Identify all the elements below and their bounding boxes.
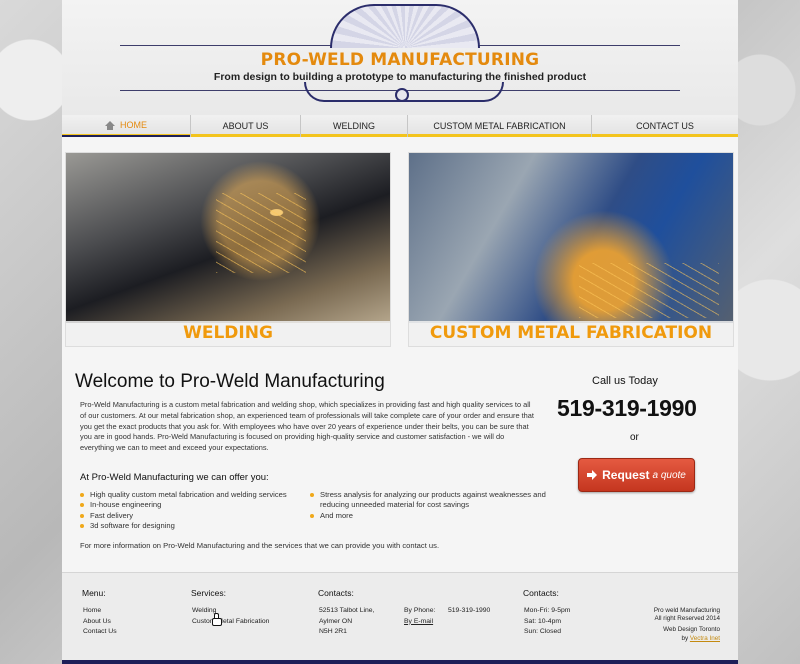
footer-hours: Mon-Fri: 9-5pm Sat: 10-4pm Sun: Closed (524, 606, 570, 638)
credit-link[interactable]: Vectra Inet (690, 635, 720, 642)
site-logo-text[interactable]: PRO-WELD MANUFACTURING (62, 50, 738, 70)
home-icon (105, 120, 115, 130)
nav-item-label: CUSTOM METAL FABRICATION (433, 121, 566, 131)
list-item: In-house engineering (80, 500, 310, 510)
copyright-line: Pro weld Manufacturing (653, 607, 720, 614)
nav-item-welding[interactable]: WELDING (300, 115, 407, 137)
offer-list-right: Stress analysis for analyzing our produc… (310, 490, 550, 521)
banner-custom-metal-fabrication[interactable]: CUSTOM METAL FABRICATION (408, 152, 734, 347)
phone-number[interactable]: 519-319-1990 (557, 395, 697, 422)
sparks-effect (216, 193, 306, 273)
list-item: 3d software for designing (80, 521, 310, 531)
main-content: Welcome to Pro-Weld Manufacturing Pro-We… (62, 355, 738, 567)
nav-item-about[interactable]: ABOUT US (190, 115, 300, 137)
site-header: PRO-WELD MANUFACTURING From design to bu… (62, 0, 738, 115)
nav-item-label: WELDING (332, 121, 375, 131)
nav-item-label: CONTACT US (636, 121, 694, 131)
list-item: Stress analysis for analyzing our produc… (310, 490, 550, 511)
offer-list-left: High quality custom metal fabrication an… (80, 490, 310, 532)
hours-line: Sat: 10-4pm (524, 617, 562, 625)
request-label: Request (602, 468, 650, 482)
main-nav: HOME ABOUT US WELDING CUSTOM METAL FABRI… (62, 115, 738, 137)
footer-link-about[interactable]: About Us (83, 617, 117, 628)
banner-caption: CUSTOM METAL FABRICATION (409, 321, 733, 346)
by-email-link[interactable]: By E-mail (404, 617, 435, 628)
credit-line: Web Design Toronto (663, 626, 720, 634)
sparks-effect (579, 263, 719, 318)
nav-item-home[interactable]: HOME (62, 115, 190, 137)
address-line: Aylmer ON (319, 617, 353, 625)
nav-item-label: HOME (120, 120, 147, 130)
call-label: Call us Today (592, 375, 658, 387)
list-item: And more (310, 511, 550, 521)
footer-credits: Pro weld Manufacturing All right Reserve… (654, 607, 720, 643)
nav-item-custom-metal-fabrication[interactable]: CUSTOM METAL FABRICATION (407, 115, 591, 137)
footer-link-welding[interactable]: Welding (192, 606, 269, 617)
footer-link-contact[interactable]: Contact Us (83, 627, 117, 638)
nav-item-contact[interactable]: CONTACT US (591, 115, 738, 137)
address-line: N5H 2R1 (319, 628, 347, 635)
gear-logo-icon (330, 4, 480, 48)
copyright-line: All right Reserved 2014 (654, 615, 720, 623)
nav-item-label: ABOUT US (222, 121, 269, 131)
list-item: High quality custom metal fabrication an… (80, 490, 310, 500)
banner-row: WELDING CUSTOM METAL FABRICATION (65, 152, 735, 347)
list-item: Fast delivery (80, 511, 310, 521)
request-quote-button[interactable]: Request a quote (578, 458, 695, 492)
hours-line: Sun: Closed (524, 628, 562, 635)
footer-link-home[interactable]: Home (83, 606, 117, 617)
banner-welding[interactable]: WELDING (65, 152, 391, 347)
offer-heading: At Pro-Weld Manufacturing we can offer y… (80, 472, 269, 483)
footer-address: 52513 Talbot Line, Aylmer ON N5H 2R1 (319, 606, 374, 638)
site-footer: Menu: Home About Us Contact Us Services:… (62, 572, 738, 664)
footer-services-list: Welding Custom Metal Fabrication (192, 606, 269, 627)
footer-phone[interactable]: 519-319-1990 (448, 606, 490, 617)
footer-link-custom-metal-fabrication[interactable]: Custom Metal Fabrication (192, 617, 269, 628)
site-tagline: From design to building a prototype to m… (213, 71, 587, 83)
or-text: or (630, 432, 639, 443)
footer-contacts-heading: Contacts: (318, 588, 354, 598)
page-title: Welcome to Pro-Weld Manufacturing (75, 371, 385, 392)
footer-menu-heading: Menu: (82, 588, 106, 598)
address-line: 52513 Talbot Line, (319, 607, 375, 614)
page-container: PRO-WELD MANUFACTURING From design to bu… (62, 0, 738, 664)
hand-cursor-icon (212, 613, 222, 626)
footer-services-heading: Services: (191, 588, 226, 598)
intro-paragraph: Pro-Weld Manufacturing is a custom metal… (80, 400, 534, 453)
arrow-right-icon (587, 470, 598, 480)
credit-by: by (681, 634, 689, 642)
more-info-text: For more information on Pro-Weld Manufac… (80, 541, 440, 550)
request-sublabel: a quote (652, 469, 686, 481)
footer-hours-heading: Contacts: (523, 588, 559, 598)
logo-knob-icon (395, 88, 409, 102)
by-phone-label: By Phone: (404, 607, 436, 614)
hours-line: Mon-Fri: 9-5pm (524, 607, 571, 614)
credit-by-line: by Vectra Inet (654, 635, 720, 643)
footer-bottom-bar (62, 660, 738, 664)
footer-menu-list: Home About Us Contact Us (83, 606, 117, 638)
footer-contact-methods: By Phone: By E-mail (404, 606, 435, 627)
banner-caption: WELDING (66, 321, 390, 346)
